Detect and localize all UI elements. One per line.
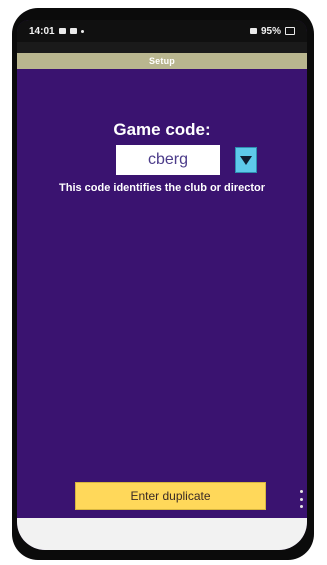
menu-dot [299, 497, 303, 501]
triangle-down-icon [240, 155, 252, 165]
status-bar: 14:01 95% [17, 20, 307, 42]
game-code-hint: This code identifies the club or directo… [59, 182, 265, 194]
status-left: 14:01 [29, 26, 84, 37]
app-name [17, 42, 307, 53]
page-title: Setup [17, 53, 307, 69]
more-vertical-icon[interactable] [296, 490, 306, 508]
battery-text: 95% [260, 25, 281, 37]
battery-icon [285, 27, 295, 35]
signal-icon [249, 28, 257, 34]
message-icon [58, 28, 66, 34]
enter-duplicate-button[interactable]: Enter duplicate [75, 482, 266, 510]
notification-icon [69, 28, 77, 34]
status-right: 95% [249, 25, 295, 37]
game-code-input[interactable] [116, 145, 220, 175]
game-code-label: Game code: [113, 120, 211, 139]
status-time: 14:01 [29, 25, 55, 37]
menu-dot [299, 505, 303, 508]
menu-dot [299, 490, 303, 493]
navigation-bar [17, 518, 307, 550]
app-screen: 14:01 95% Setup Game code: This code ide… [17, 20, 307, 550]
dot-icon [80, 29, 84, 33]
game-code-dropdown-button[interactable] [235, 147, 257, 173]
